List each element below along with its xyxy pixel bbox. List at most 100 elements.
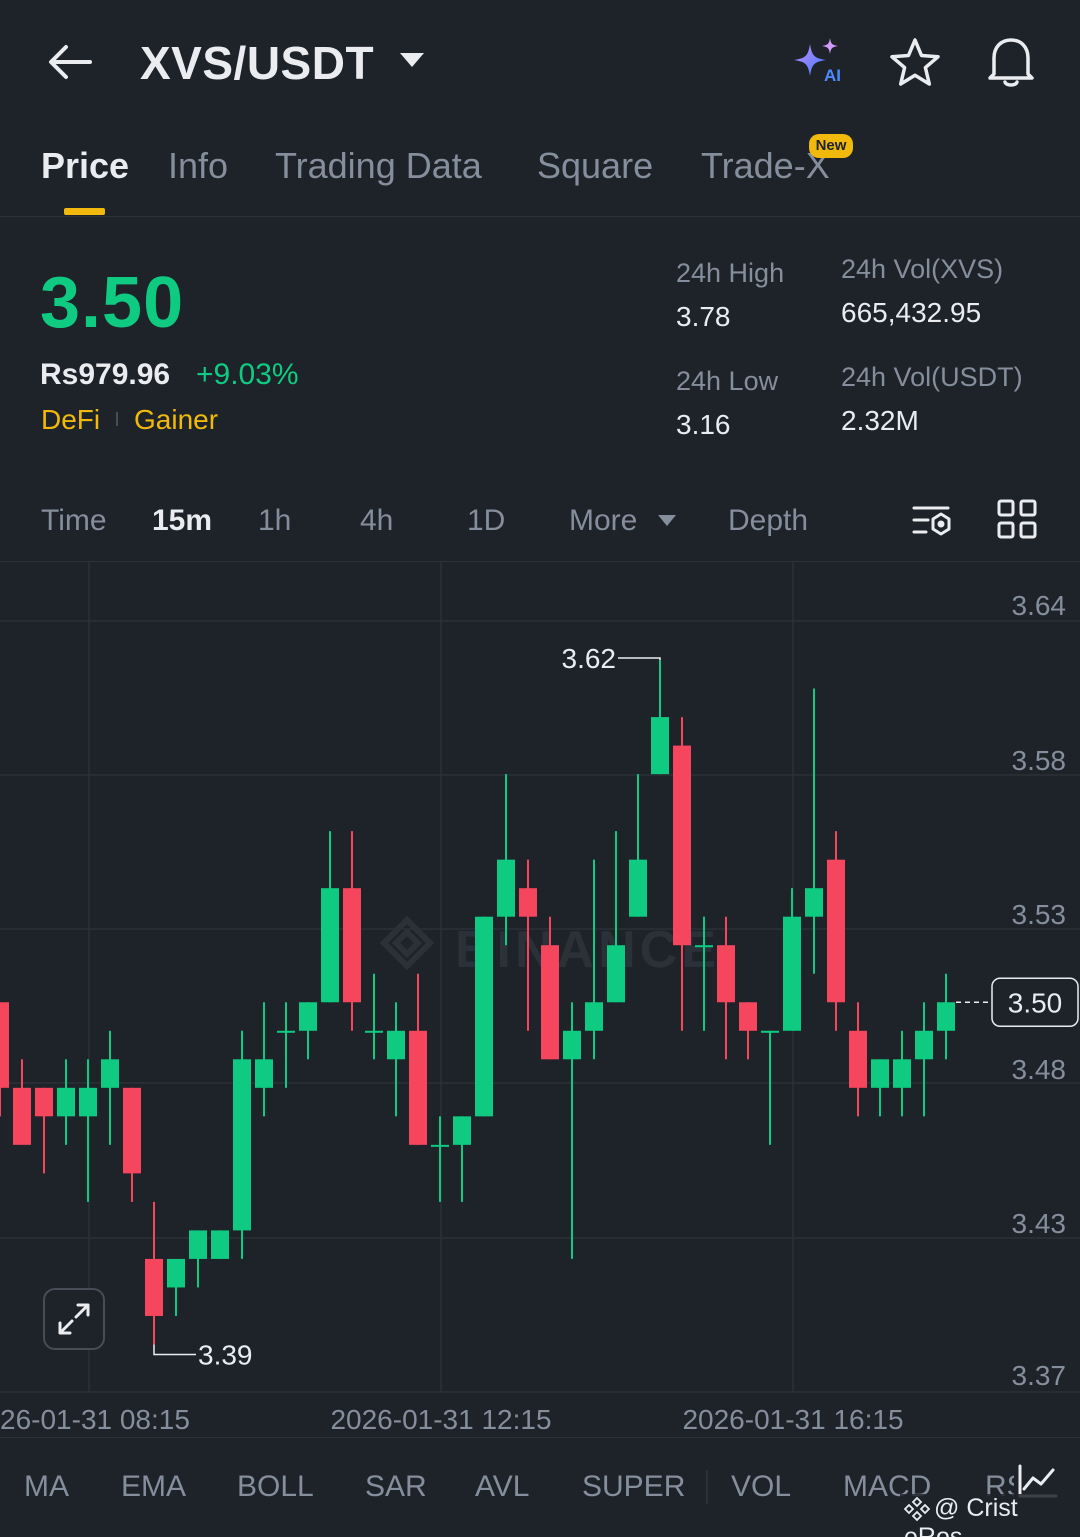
fiat-price: Rs979.96 bbox=[40, 358, 171, 391]
timeframe-1h[interactable]: 1h bbox=[258, 504, 291, 538]
candle-body bbox=[849, 1030, 867, 1088]
candle-body bbox=[233, 1059, 251, 1231]
low-label: 24h Low bbox=[676, 366, 779, 396]
candle-body bbox=[607, 945, 625, 1003]
timeframe-time[interactable]: Time bbox=[41, 504, 107, 538]
price-axis-tick: 3.53 bbox=[1012, 899, 1067, 930]
candle-body bbox=[299, 1002, 317, 1031]
binance-logo-icon bbox=[903, 1496, 931, 1522]
candle-body bbox=[453, 1116, 471, 1145]
candle-body bbox=[101, 1059, 119, 1088]
high-marker-label: 3.62 bbox=[562, 643, 617, 674]
indicator-divider bbox=[706, 1470, 708, 1504]
top-bar: XVS/USDT AI bbox=[0, 0, 1080, 125]
candlestick-chart[interactable]: BINANCE3.643.583.533.483.433.3726-01-31 … bbox=[0, 562, 1080, 1437]
candle-body bbox=[321, 888, 339, 1003]
tag-defi[interactable]: DeFi bbox=[41, 404, 100, 436]
tab-trading-data[interactable]: Trading Data bbox=[275, 145, 482, 187]
candle-body bbox=[585, 1002, 603, 1031]
indicator-avl[interactable]: AVL bbox=[475, 1470, 529, 1504]
current-price-label: 3.50 bbox=[1008, 987, 1063, 1018]
timeframe-1d[interactable]: 1D bbox=[467, 504, 505, 538]
price-change-percent: +9.03% bbox=[196, 358, 299, 391]
vol-base-value: 665,432.95 bbox=[841, 297, 982, 328]
credit-watermark: @ Crist eRos bbox=[900, 1494, 1080, 1537]
candle-body bbox=[717, 945, 735, 1003]
time-axis-tick: 26-01-31 08:15 bbox=[0, 1404, 190, 1435]
candle-body bbox=[651, 717, 669, 775]
high-marker-line bbox=[618, 657, 661, 661]
candle-body bbox=[409, 1030, 427, 1145]
vol-base-label: 24h Vol(XVS) bbox=[841, 254, 1004, 284]
candle-body bbox=[893, 1059, 911, 1088]
candle-body bbox=[497, 859, 515, 917]
timeframe-15m[interactable]: 15m bbox=[152, 504, 212, 538]
candle-body bbox=[761, 1030, 779, 1033]
layout-grid-icon[interactable] bbox=[996, 498, 1038, 540]
price-axis-tick: 3.58 bbox=[1012, 745, 1067, 776]
candle-body bbox=[343, 888, 361, 1003]
timeframe-bar: Time 15m 1h 4h 1D More Depth bbox=[0, 490, 1080, 562]
tab-price[interactable]: Price bbox=[41, 145, 129, 187]
candle-body bbox=[35, 1087, 53, 1117]
star-icon[interactable] bbox=[888, 36, 942, 90]
candle-body bbox=[475, 916, 493, 1117]
indicator-super[interactable]: SUPER bbox=[582, 1470, 685, 1504]
main-tabs: Price Info Trading Data Square Trade-X bbox=[0, 125, 1080, 217]
time-axis-tick: 2026-01-31 16:15 bbox=[682, 1404, 903, 1435]
candle-body bbox=[783, 916, 801, 1031]
timeframe-4h[interactable]: 4h bbox=[360, 504, 393, 538]
chart-settings-icon[interactable] bbox=[910, 500, 954, 542]
candle-body bbox=[871, 1059, 889, 1088]
watermark-logo-icon bbox=[379, 915, 435, 971]
high-value: 3.78 bbox=[676, 301, 731, 332]
candle-body bbox=[13, 1087, 31, 1145]
candle-body bbox=[57, 1087, 75, 1117]
ai-sparkle-icon[interactable]: AI bbox=[790, 36, 848, 86]
indicator-ma[interactable]: MA bbox=[24, 1470, 69, 1504]
svg-text:AI: AI bbox=[824, 66, 841, 85]
pair-title[interactable]: XVS/USDT bbox=[140, 36, 374, 90]
new-badge: New bbox=[809, 134, 853, 158]
candle-body bbox=[739, 1002, 757, 1031]
candle-body bbox=[805, 888, 823, 917]
candle-body bbox=[915, 1030, 933, 1060]
candle-body bbox=[937, 1002, 955, 1031]
tag-gainer[interactable]: Gainer bbox=[134, 404, 218, 436]
candle-body bbox=[387, 1030, 405, 1060]
high-label: 24h High bbox=[676, 258, 785, 288]
candle-body bbox=[519, 888, 537, 917]
price-axis-tick: 3.64 bbox=[1012, 590, 1067, 621]
candle-body bbox=[541, 945, 559, 1060]
price-axis-tick: 3.48 bbox=[1012, 1054, 1067, 1085]
candle-body bbox=[0, 1002, 9, 1088]
tab-info[interactable]: Info bbox=[168, 145, 228, 187]
candle-body bbox=[145, 1258, 163, 1316]
candle-body bbox=[255, 1059, 273, 1088]
candle-body bbox=[189, 1230, 207, 1259]
chevron-down-icon[interactable] bbox=[398, 50, 426, 70]
candle-body bbox=[167, 1258, 185, 1288]
timeframe-depth[interactable]: Depth bbox=[728, 504, 808, 538]
active-tab-indicator bbox=[64, 208, 105, 215]
indicator-sar[interactable]: SAR bbox=[365, 1470, 427, 1504]
timeframe-more[interactable]: More bbox=[569, 504, 637, 538]
bell-icon[interactable] bbox=[984, 34, 1038, 90]
tab-square[interactable]: Square bbox=[537, 145, 653, 187]
indicator-ema[interactable]: EMA bbox=[121, 1470, 186, 1504]
indicator-boll[interactable]: BOLL bbox=[237, 1470, 314, 1504]
time-axis-tick: 2026-01-31 12:15 bbox=[330, 1404, 551, 1435]
candle-body bbox=[277, 1030, 295, 1033]
candle-body bbox=[827, 859, 845, 1003]
candle-body bbox=[123, 1087, 141, 1174]
candle-body bbox=[211, 1230, 229, 1259]
candle-body bbox=[673, 745, 691, 946]
caret-down-icon[interactable] bbox=[657, 514, 677, 527]
indicator-vol[interactable]: VOL bbox=[731, 1470, 791, 1504]
price-axis-tick: 3.37 bbox=[1012, 1360, 1067, 1391]
tag-divider bbox=[116, 412, 118, 426]
fullscreen-button[interactable] bbox=[43, 1288, 105, 1350]
candle-body bbox=[563, 1030, 581, 1060]
low-marker-label: 3.39 bbox=[198, 1339, 253, 1370]
back-arrow-icon[interactable] bbox=[44, 38, 96, 86]
